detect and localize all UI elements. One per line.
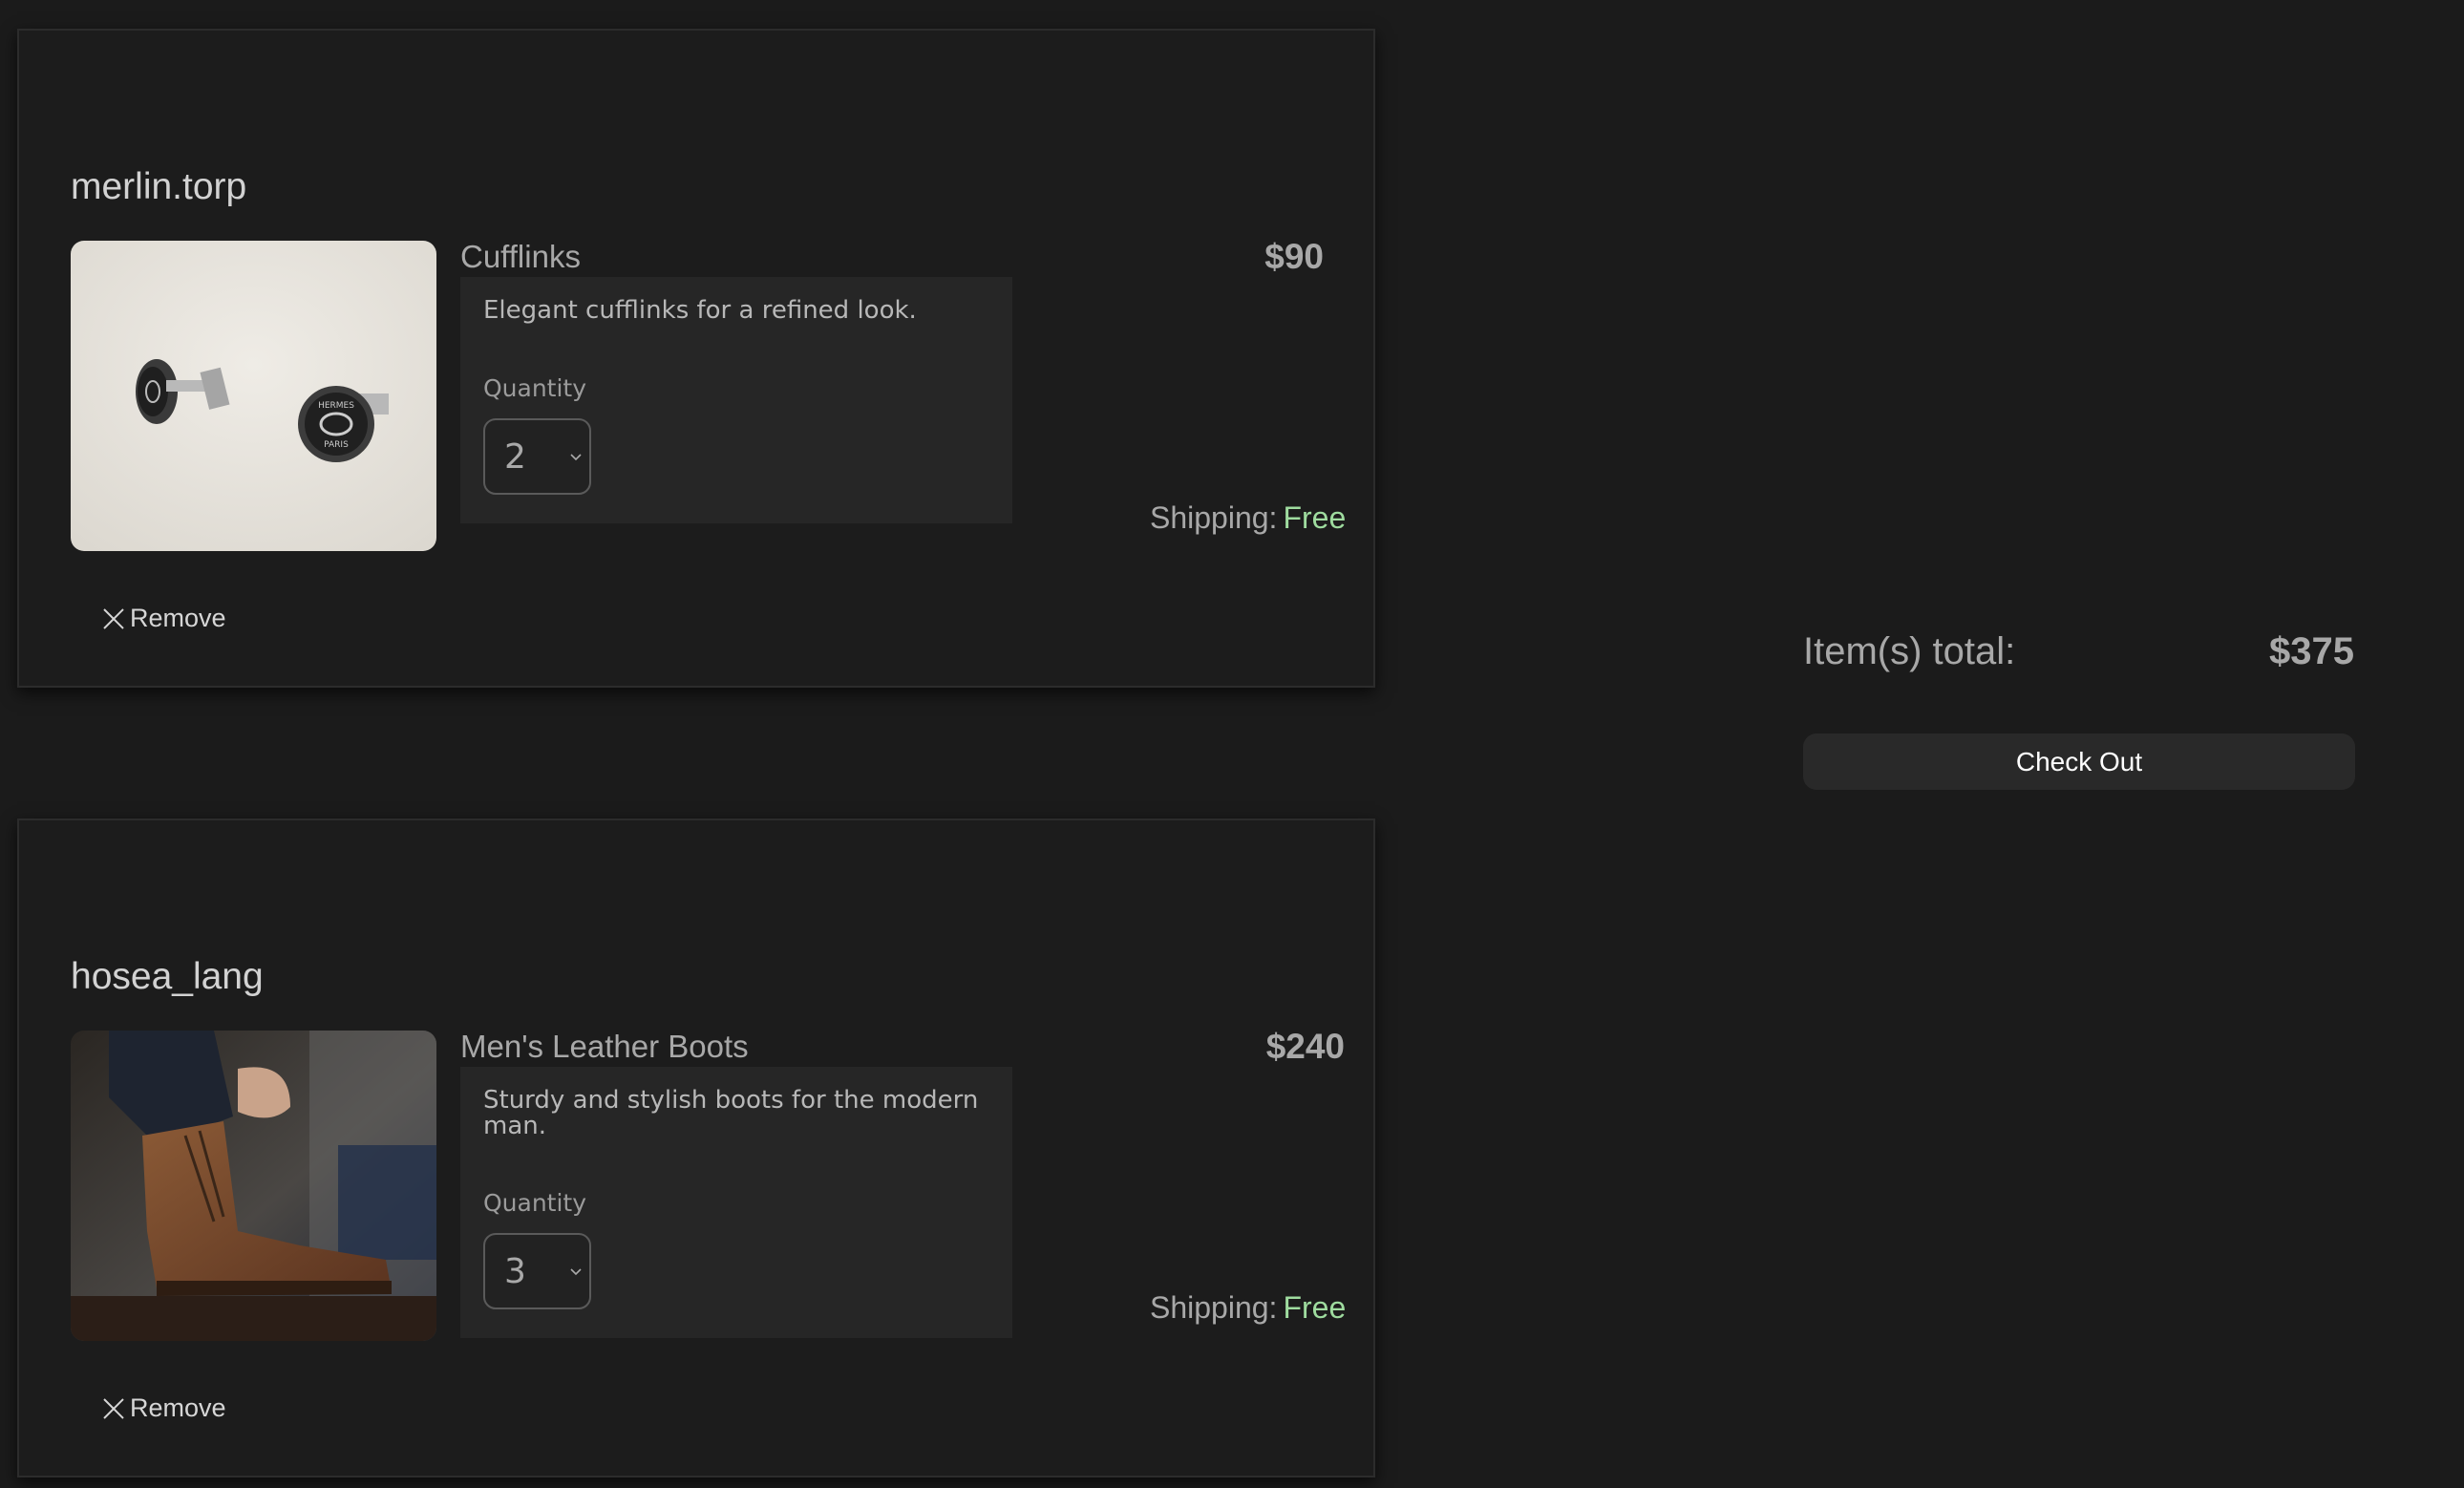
shipping-info: Shipping: Free: [1150, 1290, 1346, 1326]
shipping-label: Shipping:: [1150, 500, 1278, 535]
chevron-down-icon: [570, 454, 582, 461]
close-icon: [103, 607, 124, 629]
shipping-label: Shipping:: [1150, 1290, 1278, 1325]
product-description: Elegant cufflinks for a refined look.: [483, 296, 917, 325]
cufflinks-image: HERMES PARIS: [71, 241, 436, 551]
product-name[interactable]: Men's Leather Boots: [460, 1029, 749, 1065]
product-description: Sturdy and stylish boots for the modern …: [483, 1086, 979, 1140]
checkout-button[interactable]: Check Out: [1803, 733, 2355, 790]
product-price: $240: [1265, 1027, 1345, 1066]
quantity-select[interactable]: 3: [483, 1233, 591, 1309]
cart-page: merlin.torp HERMES PARIS Cufflinks Elega…: [0, 0, 2464, 1488]
svg-text:PARIS: PARIS: [324, 440, 349, 450]
seller-name: hosea_lang: [71, 956, 264, 997]
remove-button[interactable]: Remove: [101, 1393, 226, 1423]
remove-button[interactable]: Remove: [101, 604, 226, 633]
remove-label: Remove: [130, 1393, 226, 1422]
remove-label: Remove: [130, 604, 226, 632]
quantity-label: Quantity: [483, 1189, 587, 1217]
cart-item-card: hosea_lang Men's Leather Boots Sturdy an…: [17, 818, 1375, 1477]
chevron-down-icon: [570, 1268, 582, 1276]
items-total-value: $375: [2269, 630, 2354, 672]
items-total-label: Item(s) total:: [1803, 630, 2016, 672]
seller-name: merlin.torp: [71, 166, 247, 207]
svg-text:HERMES: HERMES: [318, 401, 354, 411]
product-image[interactable]: [71, 1031, 436, 1341]
quantity-value: 3: [504, 1252, 526, 1291]
product-details: Sturdy and stylish boots for the modern …: [460, 1067, 1012, 1338]
quantity-label: Quantity: [483, 374, 587, 402]
cart-item-card: merlin.torp HERMES PARIS Cufflinks Elega…: [17, 29, 1375, 688]
leather-boots-image: [71, 1031, 436, 1341]
quantity-value: 2: [504, 437, 526, 477]
product-price: $90: [1264, 237, 1324, 276]
quantity-select[interactable]: 2: [483, 418, 591, 495]
shipping-value: Free: [1283, 500, 1347, 535]
product-image[interactable]: HERMES PARIS: [71, 241, 436, 551]
product-details: Elegant cufflinks for a refined look. Qu…: [460, 277, 1012, 523]
product-name[interactable]: Cufflinks: [460, 239, 581, 275]
shipping-info: Shipping: Free: [1150, 500, 1346, 536]
close-icon: [103, 1397, 124, 1419]
shipping-value: Free: [1283, 1290, 1347, 1325]
